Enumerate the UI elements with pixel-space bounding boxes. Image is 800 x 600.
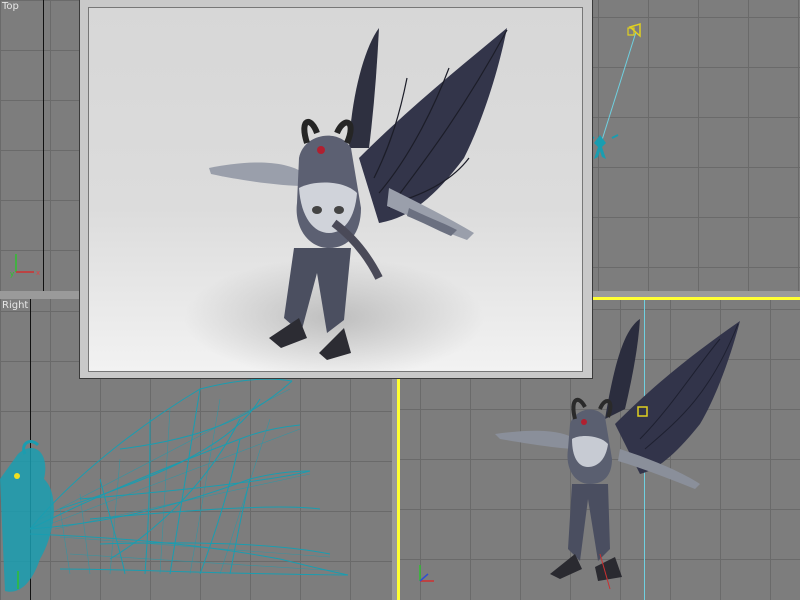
camera-icon[interactable] xyxy=(590,0,800,291)
viewport-label[interactable]: Top xyxy=(2,1,19,13)
viewport-label[interactable]: Right xyxy=(2,300,28,312)
rendered-frame-canvas xyxy=(88,7,583,372)
axis-tripod-icon xyxy=(17,571,19,589)
grid-axis-line xyxy=(43,0,44,291)
axis-tripod-icon xyxy=(419,565,434,582)
rendered-frame-window[interactable] xyxy=(80,0,592,378)
axis-tripod-icon: y x xyxy=(10,254,40,278)
wireframe-wing-model[interactable] xyxy=(0,359,392,600)
svg-text:x: x xyxy=(36,269,40,277)
viewport-camera[interactable] xyxy=(590,0,800,291)
rendered-demon-model xyxy=(184,28,508,371)
svg-text:y: y xyxy=(10,270,14,278)
